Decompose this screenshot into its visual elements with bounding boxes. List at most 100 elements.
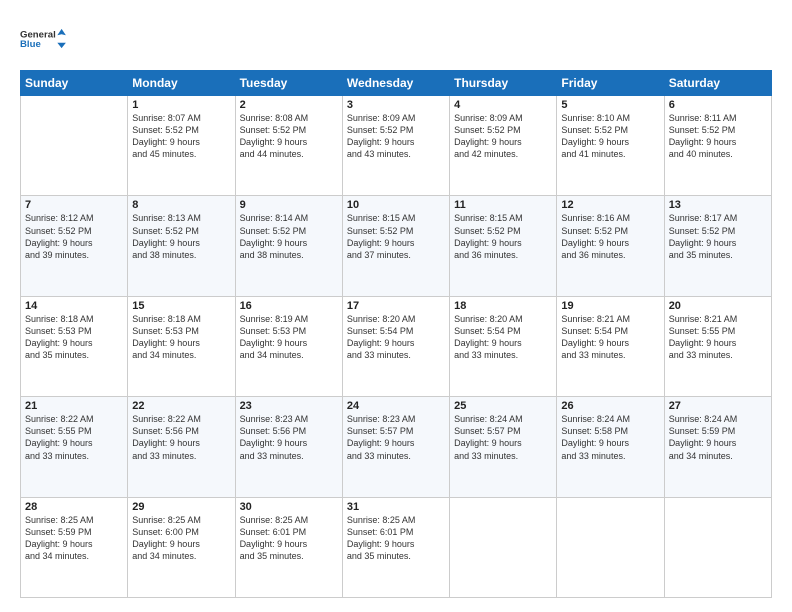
- cell-info: Sunrise: 8:09 AMSunset: 5:52 PMDaylight:…: [347, 112, 445, 161]
- calendar-cell: 30Sunrise: 8:25 AMSunset: 6:01 PMDayligh…: [235, 497, 342, 597]
- cell-info: Sunrise: 8:20 AMSunset: 5:54 PMDaylight:…: [454, 313, 552, 362]
- logo: General Blue: [20, 18, 68, 60]
- calendar-cell: 18Sunrise: 8:20 AMSunset: 5:54 PMDayligh…: [450, 296, 557, 396]
- cell-info: Sunrise: 8:07 AMSunset: 5:52 PMDaylight:…: [132, 112, 230, 161]
- calendar-cell: 7Sunrise: 8:12 AMSunset: 5:52 PMDaylight…: [21, 196, 128, 296]
- calendar-week-row: 28Sunrise: 8:25 AMSunset: 5:59 PMDayligh…: [21, 497, 772, 597]
- dow-header: Saturday: [664, 71, 771, 96]
- calendar-cell: 23Sunrise: 8:23 AMSunset: 5:56 PMDayligh…: [235, 397, 342, 497]
- dow-header: Sunday: [21, 71, 128, 96]
- dow-header: Monday: [128, 71, 235, 96]
- calendar-cell: 29Sunrise: 8:25 AMSunset: 6:00 PMDayligh…: [128, 497, 235, 597]
- calendar-cell: 31Sunrise: 8:25 AMSunset: 6:01 PMDayligh…: [342, 497, 449, 597]
- logo-svg: General Blue: [20, 18, 68, 60]
- calendar-cell: 26Sunrise: 8:24 AMSunset: 5:58 PMDayligh…: [557, 397, 664, 497]
- dow-header: Thursday: [450, 71, 557, 96]
- calendar-cell: 12Sunrise: 8:16 AMSunset: 5:52 PMDayligh…: [557, 196, 664, 296]
- day-number: 30: [240, 501, 338, 513]
- day-number: 27: [669, 400, 767, 412]
- day-number: 4: [454, 99, 552, 111]
- cell-info: Sunrise: 8:12 AMSunset: 5:52 PMDaylight:…: [25, 212, 123, 261]
- cell-info: Sunrise: 8:08 AMSunset: 5:52 PMDaylight:…: [240, 112, 338, 161]
- calendar-week-row: 14Sunrise: 8:18 AMSunset: 5:53 PMDayligh…: [21, 296, 772, 396]
- day-number: 21: [25, 400, 123, 412]
- calendar-cell: 25Sunrise: 8:24 AMSunset: 5:57 PMDayligh…: [450, 397, 557, 497]
- calendar-cell: 14Sunrise: 8:18 AMSunset: 5:53 PMDayligh…: [21, 296, 128, 396]
- day-number: 13: [669, 199, 767, 211]
- cell-info: Sunrise: 8:24 AMSunset: 5:57 PMDaylight:…: [454, 413, 552, 462]
- calendar-cell: 16Sunrise: 8:19 AMSunset: 5:53 PMDayligh…: [235, 296, 342, 396]
- days-of-week-row: SundayMondayTuesdayWednesdayThursdayFrid…: [21, 71, 772, 96]
- day-number: 31: [347, 501, 445, 513]
- cell-info: Sunrise: 8:22 AMSunset: 5:55 PMDaylight:…: [25, 413, 123, 462]
- calendar-cell: 13Sunrise: 8:17 AMSunset: 5:52 PMDayligh…: [664, 196, 771, 296]
- calendar-cell: 9Sunrise: 8:14 AMSunset: 5:52 PMDaylight…: [235, 196, 342, 296]
- page: General Blue SundayMondayTuesdayWednesda…: [0, 0, 792, 612]
- cell-info: Sunrise: 8:10 AMSunset: 5:52 PMDaylight:…: [561, 112, 659, 161]
- day-number: 29: [132, 501, 230, 513]
- day-number: 9: [240, 199, 338, 211]
- calendar-cell: 19Sunrise: 8:21 AMSunset: 5:54 PMDayligh…: [557, 296, 664, 396]
- day-number: 28: [25, 501, 123, 513]
- calendar-cell: [664, 497, 771, 597]
- day-number: 22: [132, 400, 230, 412]
- calendar-cell: [557, 497, 664, 597]
- cell-info: Sunrise: 8:25 AMSunset: 6:00 PMDaylight:…: [132, 514, 230, 563]
- day-number: 2: [240, 99, 338, 111]
- day-number: 7: [25, 199, 123, 211]
- calendar-cell: 8Sunrise: 8:13 AMSunset: 5:52 PMDaylight…: [128, 196, 235, 296]
- calendar-cell: 4Sunrise: 8:09 AMSunset: 5:52 PMDaylight…: [450, 96, 557, 196]
- cell-info: Sunrise: 8:16 AMSunset: 5:52 PMDaylight:…: [561, 212, 659, 261]
- cell-info: Sunrise: 8:19 AMSunset: 5:53 PMDaylight:…: [240, 313, 338, 362]
- cell-info: Sunrise: 8:13 AMSunset: 5:52 PMDaylight:…: [132, 212, 230, 261]
- svg-text:Blue: Blue: [20, 39, 41, 50]
- cell-info: Sunrise: 8:22 AMSunset: 5:56 PMDaylight:…: [132, 413, 230, 462]
- day-number: 14: [25, 300, 123, 312]
- calendar-cell: 15Sunrise: 8:18 AMSunset: 5:53 PMDayligh…: [128, 296, 235, 396]
- day-number: 10: [347, 199, 445, 211]
- cell-info: Sunrise: 8:24 AMSunset: 5:58 PMDaylight:…: [561, 413, 659, 462]
- day-number: 26: [561, 400, 659, 412]
- cell-info: Sunrise: 8:11 AMSunset: 5:52 PMDaylight:…: [669, 112, 767, 161]
- cell-info: Sunrise: 8:18 AMSunset: 5:53 PMDaylight:…: [25, 313, 123, 362]
- day-number: 16: [240, 300, 338, 312]
- day-number: 1: [132, 99, 230, 111]
- cell-info: Sunrise: 8:09 AMSunset: 5:52 PMDaylight:…: [454, 112, 552, 161]
- cell-info: Sunrise: 8:20 AMSunset: 5:54 PMDaylight:…: [347, 313, 445, 362]
- calendar-week-row: 7Sunrise: 8:12 AMSunset: 5:52 PMDaylight…: [21, 196, 772, 296]
- day-number: 20: [669, 300, 767, 312]
- cell-info: Sunrise: 8:15 AMSunset: 5:52 PMDaylight:…: [454, 212, 552, 261]
- dow-header: Tuesday: [235, 71, 342, 96]
- day-number: 6: [669, 99, 767, 111]
- calendar-cell: 22Sunrise: 8:22 AMSunset: 5:56 PMDayligh…: [128, 397, 235, 497]
- cell-info: Sunrise: 8:23 AMSunset: 5:57 PMDaylight:…: [347, 413, 445, 462]
- day-number: 23: [240, 400, 338, 412]
- calendar-cell: [21, 96, 128, 196]
- calendar-cell: 28Sunrise: 8:25 AMSunset: 5:59 PMDayligh…: [21, 497, 128, 597]
- cell-info: Sunrise: 8:21 AMSunset: 5:54 PMDaylight:…: [561, 313, 659, 362]
- calendar: SundayMondayTuesdayWednesdayThursdayFrid…: [20, 70, 772, 598]
- day-number: 19: [561, 300, 659, 312]
- cell-info: Sunrise: 8:15 AMSunset: 5:52 PMDaylight:…: [347, 212, 445, 261]
- calendar-cell: [450, 497, 557, 597]
- header: General Blue: [20, 18, 772, 60]
- day-number: 5: [561, 99, 659, 111]
- day-number: 15: [132, 300, 230, 312]
- calendar-cell: 6Sunrise: 8:11 AMSunset: 5:52 PMDaylight…: [664, 96, 771, 196]
- cell-info: Sunrise: 8:14 AMSunset: 5:52 PMDaylight:…: [240, 212, 338, 261]
- cell-info: Sunrise: 8:17 AMSunset: 5:52 PMDaylight:…: [669, 212, 767, 261]
- day-number: 24: [347, 400, 445, 412]
- day-number: 18: [454, 300, 552, 312]
- cell-info: Sunrise: 8:25 AMSunset: 5:59 PMDaylight:…: [25, 514, 123, 563]
- cell-info: Sunrise: 8:23 AMSunset: 5:56 PMDaylight:…: [240, 413, 338, 462]
- dow-header: Friday: [557, 71, 664, 96]
- calendar-week-row: 21Sunrise: 8:22 AMSunset: 5:55 PMDayligh…: [21, 397, 772, 497]
- calendar-cell: 27Sunrise: 8:24 AMSunset: 5:59 PMDayligh…: [664, 397, 771, 497]
- calendar-cell: 24Sunrise: 8:23 AMSunset: 5:57 PMDayligh…: [342, 397, 449, 497]
- calendar-week-row: 1Sunrise: 8:07 AMSunset: 5:52 PMDaylight…: [21, 96, 772, 196]
- day-number: 3: [347, 99, 445, 111]
- cell-info: Sunrise: 8:25 AMSunset: 6:01 PMDaylight:…: [347, 514, 445, 563]
- calendar-cell: 2Sunrise: 8:08 AMSunset: 5:52 PMDaylight…: [235, 96, 342, 196]
- calendar-cell: 11Sunrise: 8:15 AMSunset: 5:52 PMDayligh…: [450, 196, 557, 296]
- dow-header: Wednesday: [342, 71, 449, 96]
